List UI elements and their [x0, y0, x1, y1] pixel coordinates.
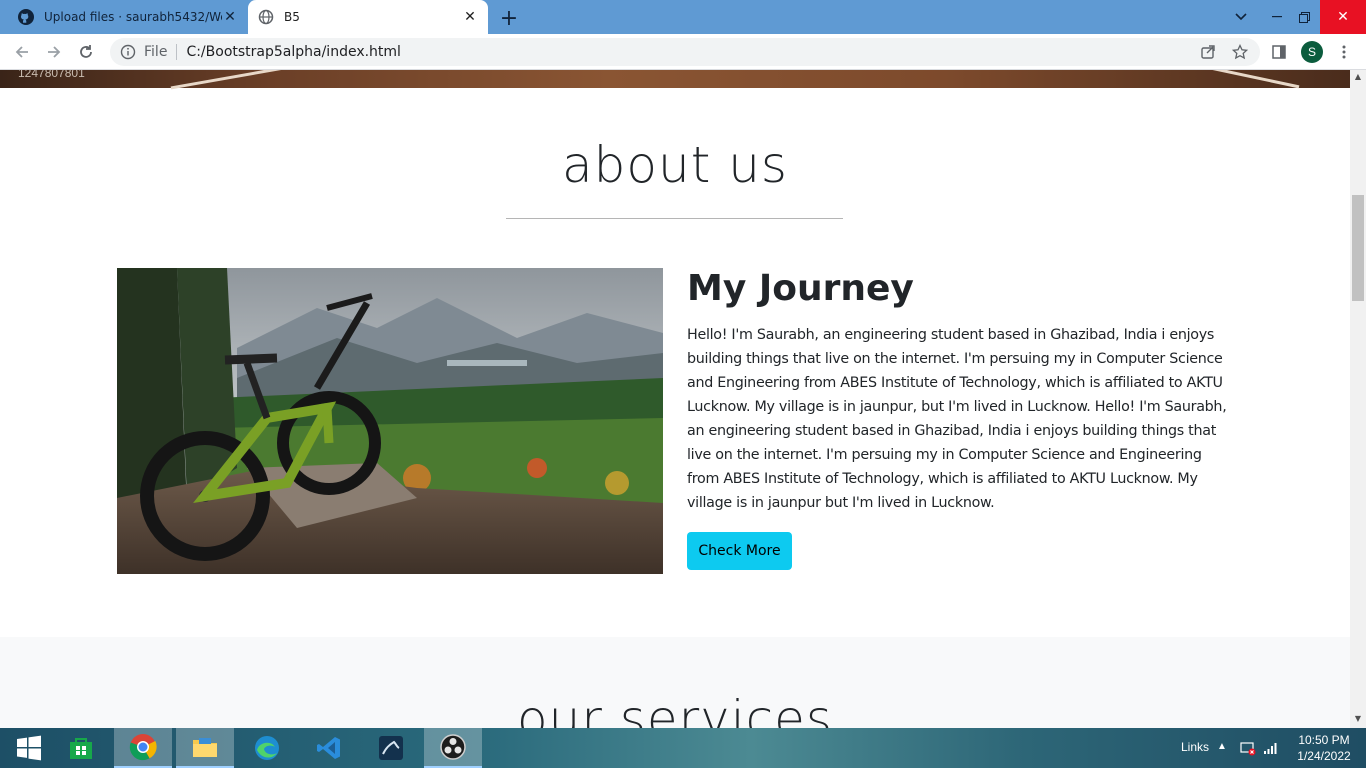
scroll-up-arrow-icon[interactable]: ▲	[1350, 72, 1366, 84]
address-bar[interactable]: File C:/Bootstrap5alpha/index.html	[110, 38, 1260, 66]
github-icon	[18, 9, 34, 25]
bookmark-star-icon[interactable]	[1231, 43, 1249, 61]
links-toolbar-label[interactable]: Links	[1181, 740, 1209, 754]
restore-icon[interactable]	[1284, 0, 1324, 34]
vscode-icon[interactable]	[300, 728, 358, 768]
our-services-heading: our services	[517, 690, 833, 728]
tab-b5[interactable]: B5 ✕	[248, 0, 488, 34]
taskbar-clock[interactable]: 10:50 PM 1/24/2022	[1290, 732, 1358, 764]
tab-search-chevron-icon[interactable]	[1221, 0, 1261, 34]
reload-icon[interactable]	[75, 41, 97, 63]
hero-banner-bottom: 1247807801	[0, 70, 1350, 90]
file-explorer-icon[interactable]	[176, 728, 234, 768]
road-line	[1210, 70, 1300, 89]
share-icon[interactable]	[1199, 43, 1217, 61]
omnibox-separator	[176, 44, 178, 60]
obs-icon[interactable]	[424, 728, 482, 768]
page-scrollbar[interactable]: ▲ ▼	[1350, 70, 1366, 728]
tab-title: B5	[284, 10, 300, 24]
journey-paragraph: Hello! I'm Saurabh, an engineering stude…	[687, 327, 1227, 511]
forward-arrow-icon[interactable]	[43, 41, 65, 63]
kebab-menu-icon[interactable]	[1335, 43, 1353, 61]
tab-github-upload[interactable]: Upload files · saurabh5432/WebD ✕	[8, 0, 248, 34]
chrome-icon[interactable]	[114, 728, 172, 768]
store-icon[interactable]	[52, 728, 110, 768]
signal-icon[interactable]	[1263, 741, 1279, 755]
browser-tab-strip: Upload files · saurabh5432/WebD ✕ B5 ✕ +…	[0, 0, 1366, 34]
clock-time: 10:50 PM	[1298, 733, 1350, 747]
edge-icon[interactable]	[238, 728, 296, 768]
window-close-icon[interactable]: ✕	[1320, 0, 1366, 34]
mountain-bike-photo	[117, 268, 663, 574]
close-tab-icon[interactable]: ✕	[462, 9, 478, 25]
file-scheme-label: File	[144, 44, 168, 60]
info-icon[interactable]	[120, 44, 136, 60]
scrollbar-thumb[interactable]	[1352, 195, 1364, 301]
globe-icon	[258, 9, 274, 25]
mysql-workbench-icon[interactable]	[362, 728, 420, 768]
profile-avatar[interactable]: S	[1301, 41, 1323, 63]
browser-toolbar: File C:/Bootstrap5alpha/index.html S	[0, 34, 1366, 70]
heading-divider	[506, 218, 843, 219]
tab-title: Upload files · saurabh5432/WebD	[44, 10, 222, 24]
tray-chevron-up-icon[interactable]: ▲	[1217, 741, 1227, 752]
clock-date: 1/24/2022	[1297, 749, 1351, 763]
start-icon[interactable]	[0, 728, 58, 768]
network-warning-icon[interactable]	[1240, 740, 1256, 756]
url-text[interactable]: C:/Bootstrap5alpha/index.html	[186, 44, 401, 60]
road-line	[170, 70, 290, 90]
back-arrow-icon[interactable]	[11, 41, 33, 63]
check-more-button[interactable]: Check More	[687, 532, 792, 570]
side-panel-icon[interactable]	[1270, 43, 1288, 61]
scroll-down-arrow-icon[interactable]: ▼	[1350, 714, 1366, 726]
hero-phone-text: 1247807801	[18, 70, 85, 80]
new-tab-button[interactable]: +	[498, 6, 520, 31]
my-journey-heading: My Journey	[687, 268, 914, 309]
page-viewport: 1247807801 about us My Journey Hello! I'…	[0, 70, 1350, 728]
about-us-heading: about us	[562, 136, 788, 194]
windows-taskbar: Links ▲ 10:50 PM 1/24/2022	[0, 728, 1366, 768]
close-tab-icon[interactable]: ✕	[222, 9, 238, 25]
